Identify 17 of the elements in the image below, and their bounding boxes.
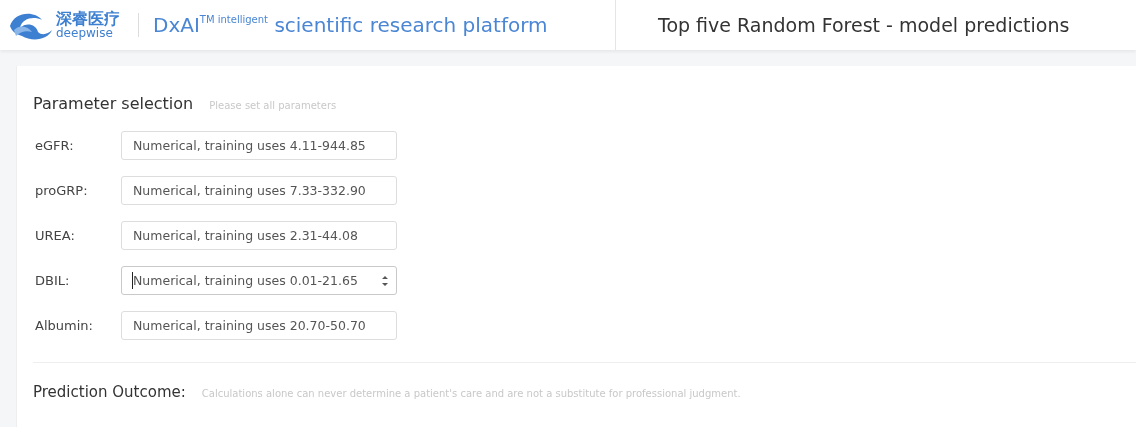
section-title: Parameter selection	[33, 94, 194, 113]
input-field[interactable]: Numerical, training uses 20.70-50.70	[121, 311, 397, 340]
field-label: DBIL:	[34, 273, 71, 288]
platform-title: DxAI$^{TM intelligent}$ scientific research platform	[153, 13, 549, 37]
field-label: Albumin:	[34, 318, 94, 333]
spinner-icon[interactable]	[382, 274, 388, 287]
input-field[interactable]: Numerical, training uses 7.33-332.90	[121, 176, 397, 205]
input-field[interactable]: Numerical, training uses 0.01-21.65	[121, 266, 397, 295]
section-title: Prediction Outcome:	[33, 383, 186, 401]
brand-name: deepwise	[56, 27, 114, 39]
input-field[interactable]: Numerical, training uses 4.11-944.85	[121, 131, 397, 160]
brand-name: 深睿医疗	[56, 11, 120, 27]
page-title: Top five Random Forest - model predictions	[658, 14, 1070, 36]
field-label: eGFR:	[34, 138, 75, 153]
field-label: proGRP:	[34, 183, 89, 198]
field-label: UREA:	[34, 228, 76, 243]
input-field[interactable]: Numerical, training uses 2.31-44.08	[121, 221, 397, 250]
